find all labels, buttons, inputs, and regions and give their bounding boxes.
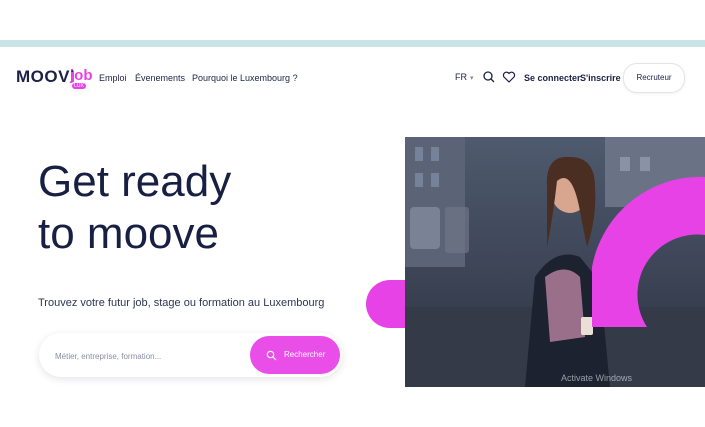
nav-emploi[interactable]: Emploi — [99, 73, 127, 83]
language-label: FR — [455, 72, 467, 82]
hero-title: Get ready to moove — [38, 156, 231, 260]
language-selector[interactable]: FR ▾ — [455, 72, 474, 82]
site-header: MOOVI job LUX Emploi Évenements Pourquoi… — [0, 47, 705, 109]
hero-photo-illustration — [405, 137, 705, 387]
chevron-down-icon: ▾ — [470, 75, 474, 82]
logo-text: MOOVI — [16, 67, 76, 86]
hero-title-line1: Get ready — [38, 157, 232, 206]
signup-link[interactable]: S'inscrire — [580, 73, 621, 83]
hero-photo: Activate Windows — [405, 137, 705, 387]
logo-accent: job — [70, 67, 93, 84]
search-bar: Rechercher — [39, 333, 342, 377]
hero-title-line2: to moove — [38, 209, 219, 258]
nav-pourquoi-luxembourg[interactable]: Pourquoi le Luxembourg ? — [192, 73, 298, 83]
hero-subtitle: Trouvez votre futur job, stage ou format… — [38, 297, 325, 309]
heart-icon[interactable] — [501, 69, 517, 85]
logo-sub: LUX — [72, 83, 86, 89]
search-icon[interactable] — [481, 69, 497, 85]
search-input[interactable] — [53, 345, 247, 367]
search-button[interactable]: Rechercher — [250, 336, 340, 374]
recruiter-button[interactable]: Recruteur — [623, 63, 685, 93]
top-accent-bar — [0, 40, 705, 47]
search-icon — [266, 350, 277, 361]
search-button-label: Rechercher — [284, 350, 326, 359]
decorative-pink-shape — [366, 280, 406, 328]
moovijob-logo[interactable]: MOOVI job LUX — [16, 65, 93, 91]
login-link[interactable]: Se connecter — [524, 73, 581, 83]
nav-evenements[interactable]: Évenements — [135, 73, 185, 83]
activate-windows-watermark: Activate Windows — [561, 373, 633, 383]
